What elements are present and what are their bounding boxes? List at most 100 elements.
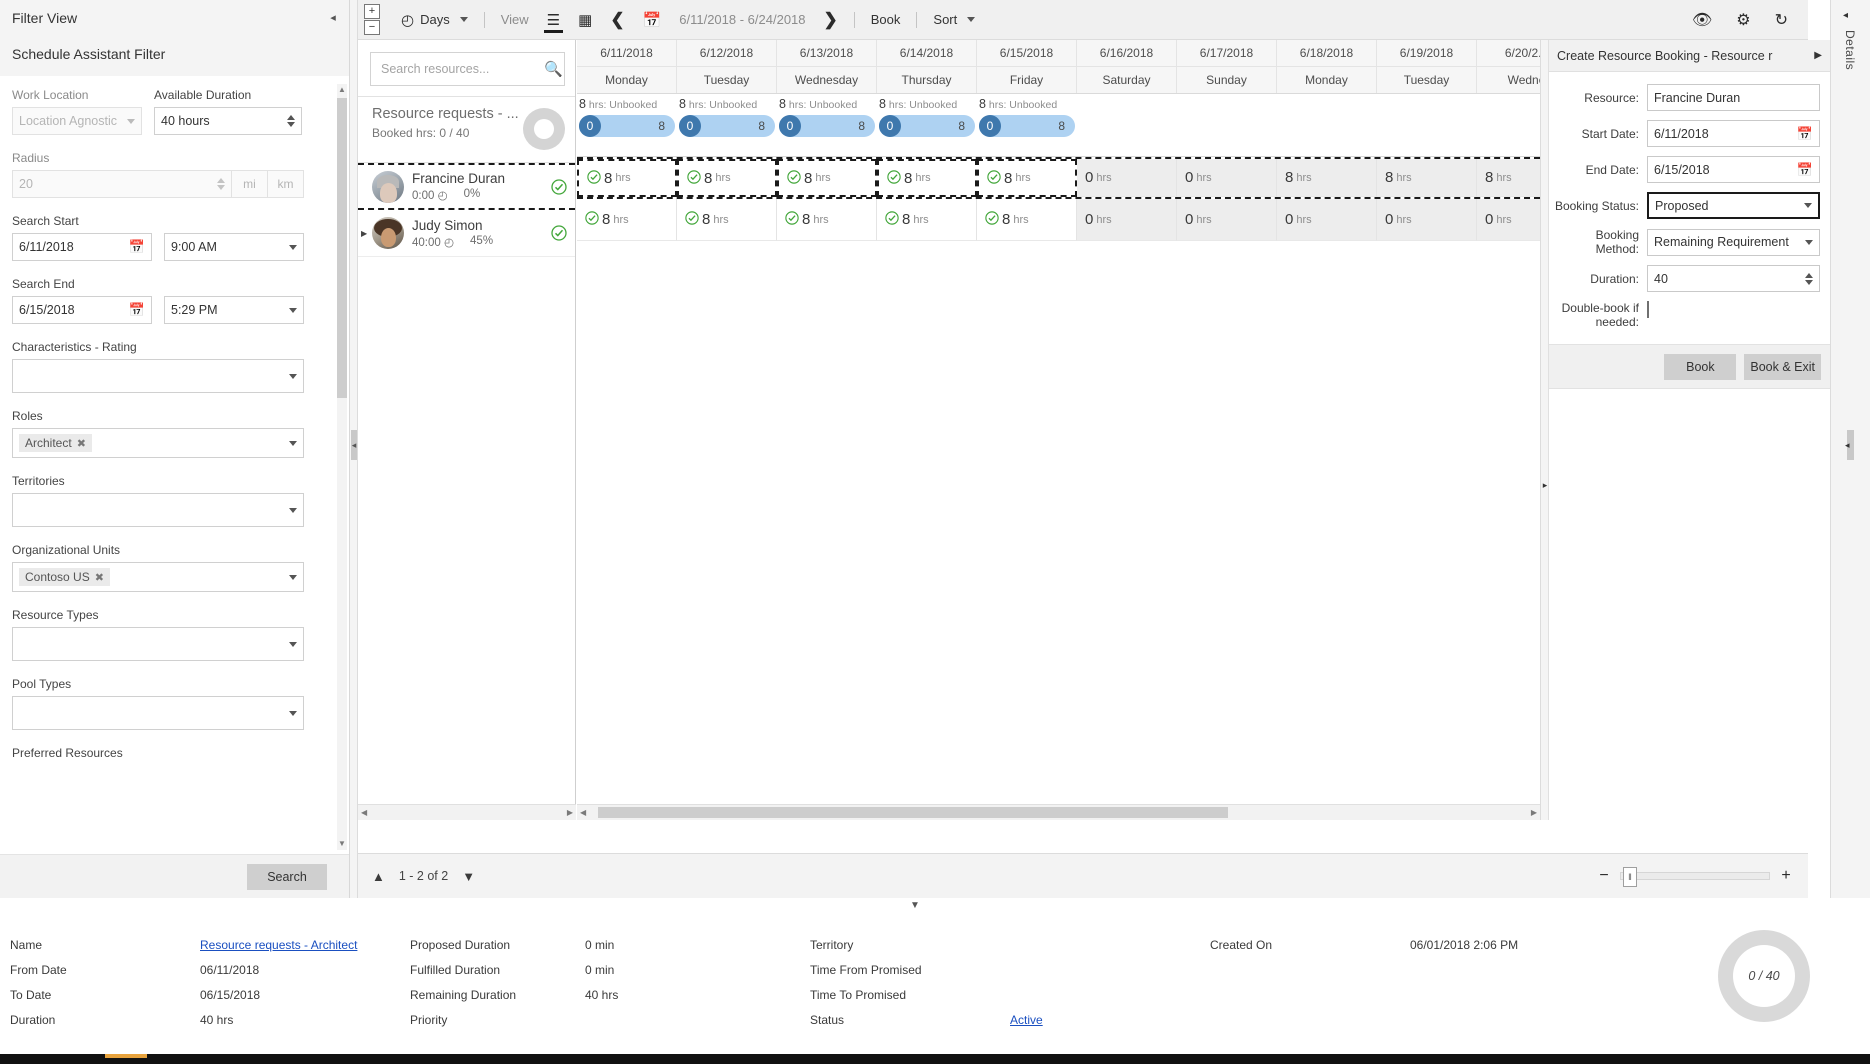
schedule-cell[interactable]: 8hrs: [1477, 159, 1540, 197]
refresh-button[interactable]: ↻: [1765, 0, 1798, 40]
booking-start-date-input[interactable]: 6/11/2018 📅: [1647, 120, 1820, 147]
previous-period-button[interactable]: ❮: [601, 0, 633, 40]
schedule-cell[interactable]: 8hrs: [1377, 159, 1477, 197]
close-icon[interactable]: ✖: [77, 437, 86, 450]
schedule-cell[interactable]: 8hrs: [877, 199, 977, 241]
scrollbar-thumb[interactable]: [337, 98, 347, 398]
capacity-bar[interactable]: 08: [979, 115, 1075, 137]
right-splitter[interactable]: ▸: [1540, 40, 1548, 820]
next-period-button[interactable]: ❯: [815, 0, 847, 40]
chevron-right-icon[interactable]: ▶: [567, 808, 573, 817]
chevron-left-icon[interactable]: ◂: [350, 440, 358, 451]
zoom-out-button[interactable]: −: [1596, 867, 1612, 885]
requirement-band-cell[interactable]: 8 hrs: Unbooked08: [977, 94, 1077, 156]
radius-input[interactable]: 20: [12, 170, 232, 198]
time-unit-dropdown[interactable]: ◴ Days: [392, 0, 477, 40]
resource-list-horizontal-scrollbar[interactable]: ◀ ▶: [358, 804, 576, 820]
left-splitter[interactable]: ◂: [350, 0, 358, 898]
detail-field-value[interactable]: Active: [1010, 1013, 1043, 1027]
schedule-cell[interactable]: 8hrs: [677, 159, 777, 197]
detail-field-link[interactable]: Resource requests - Architect: [200, 938, 357, 952]
schedule-cell[interactable]: 8hrs: [877, 159, 977, 197]
resource-request-row[interactable]: Resource requests - ... Booked hrs: 0 / …: [358, 96, 575, 163]
schedule-cell[interactable]: 0hrs: [1077, 159, 1177, 197]
territories-select[interactable]: [12, 493, 304, 527]
chevron-left-icon[interactable]: ◂: [1845, 440, 1850, 451]
pool-types-select[interactable]: [12, 696, 304, 730]
schedule-cell[interactable]: 0hrs: [1277, 199, 1377, 241]
schedule-cell[interactable]: 0hrs: [1177, 159, 1277, 197]
token-contoso-us[interactable]: Contoso US✖: [19, 568, 110, 586]
close-icon[interactable]: ✖: [95, 571, 104, 584]
booking-duration-stepper[interactable]: 40: [1647, 265, 1820, 292]
visibility-button[interactable]: 👁: [1682, 0, 1722, 40]
chevron-down-icon[interactable]: ▼: [337, 838, 347, 850]
stepper-arrows-icon[interactable]: [1805, 273, 1813, 285]
schedule-grid-horizontal-scrollbar[interactable]: ◀ ▶: [577, 804, 1540, 820]
calendar-icon[interactable]: 📅: [1797, 126, 1813, 142]
requirement-band-cell[interactable]: 8 hrs: Unbooked08: [577, 94, 677, 156]
page-down-icon[interactable]: ▼: [462, 869, 475, 884]
search-start-date-input[interactable]: 6/11/2018 📅: [12, 233, 152, 261]
stepper-arrows-icon[interactable]: [217, 178, 225, 190]
chevron-left-icon[interactable]: ◂: [325, 10, 341, 26]
capacity-bar[interactable]: 08: [779, 115, 875, 137]
date-picker-button[interactable]: 📅: [634, 0, 671, 40]
resource-search-box[interactable]: 🔍: [370, 52, 565, 86]
double-book-checkbox[interactable]: [1647, 301, 1649, 318]
radius-unit-km-button[interactable]: km: [268, 170, 304, 198]
requirement-band-cell[interactable]: [1377, 94, 1477, 156]
schedule-cell[interactable]: 8hrs: [777, 159, 877, 197]
schedule-cell[interactable]: 8hrs: [1277, 159, 1377, 197]
search-start-time-select[interactable]: 9:00 AM: [164, 233, 304, 261]
requirement-band-cell[interactable]: [1177, 94, 1277, 156]
capacity-bar[interactable]: 08: [579, 115, 675, 137]
requirement-band-cell[interactable]: [1477, 94, 1540, 156]
characteristics-rating-select[interactable]: [12, 359, 304, 393]
schedule-cell[interactable]: 8hrs: [677, 199, 777, 241]
capacity-bar[interactable]: 08: [679, 115, 775, 137]
expand-plus-icon[interactable]: +: [364, 4, 380, 19]
book-button[interactable]: Book: [862, 0, 910, 40]
schedule-cell[interactable]: 0hrs: [1477, 199, 1540, 241]
schedule-cell[interactable]: 8hrs: [977, 159, 1077, 197]
zoom-in-button[interactable]: +: [1778, 867, 1794, 885]
resource-types-select[interactable]: [12, 627, 304, 661]
schedule-cell[interactable]: 8hrs: [577, 159, 677, 197]
requirement-band-cell[interactable]: [1077, 94, 1177, 156]
roles-select[interactable]: Architect✖: [12, 428, 304, 458]
search-input[interactable]: [379, 61, 544, 77]
radius-unit-mi-button[interactable]: mi: [232, 170, 268, 198]
requirement-band-cell[interactable]: [1277, 94, 1377, 156]
chevron-up-icon[interactable]: ▲: [337, 84, 347, 96]
search-end-date-input[interactable]: 6/15/2018 📅: [12, 296, 152, 324]
calendar-icon[interactable]: 📅: [129, 239, 145, 255]
details-rail-label[interactable]: Details: [1843, 30, 1857, 70]
booking-end-date-input[interactable]: 6/15/2018 📅: [1647, 156, 1820, 183]
schedule-cell[interactable]: 0hrs: [1177, 199, 1277, 241]
chevron-left-icon[interactable]: ◂: [1843, 10, 1848, 21]
detail-field-link[interactable]: Active: [1010, 1013, 1043, 1027]
schedule-cell[interactable]: 0hrs: [1377, 199, 1477, 241]
grid-view-button[interactable]: ▦: [569, 0, 601, 40]
filter-panel-scrollbar[interactable]: ▲ ▼: [337, 84, 347, 850]
zoom-slider[interactable]: ‖: [1620, 872, 1770, 880]
schedule-cell[interactable]: 0hrs: [1077, 199, 1177, 241]
schedule-cell[interactable]: 8hrs: [577, 199, 677, 241]
search-button[interactable]: Search: [247, 864, 327, 890]
available-duration-stepper[interactable]: 40 hours: [154, 107, 302, 135]
booking-method-select[interactable]: Remaining Requirement: [1647, 229, 1820, 256]
search-icon[interactable]: 🔍: [544, 60, 563, 78]
calendar-icon[interactable]: 📅: [1797, 162, 1813, 178]
capacity-bar[interactable]: 08: [879, 115, 975, 137]
requirement-band-cell[interactable]: 8 hrs: Unbooked08: [677, 94, 777, 156]
calendar-icon[interactable]: 📅: [129, 302, 145, 318]
book-button[interactable]: Book: [1664, 354, 1736, 380]
org-units-select[interactable]: Contoso US✖: [12, 562, 304, 592]
chevron-left-icon[interactable]: ◀: [580, 808, 586, 817]
resource-row-francine-duran[interactable]: Francine Duran 0:00 ◴ 0%: [358, 163, 575, 210]
collapse-minus-icon[interactable]: −: [364, 20, 380, 35]
page-up-icon[interactable]: ▲: [372, 869, 385, 884]
requirement-band-cell[interactable]: 8 hrs: Unbooked08: [777, 94, 877, 156]
resource-row-judy-simon[interactable]: ▶ Judy Simon 40:00 ◴ 45%: [358, 210, 575, 257]
